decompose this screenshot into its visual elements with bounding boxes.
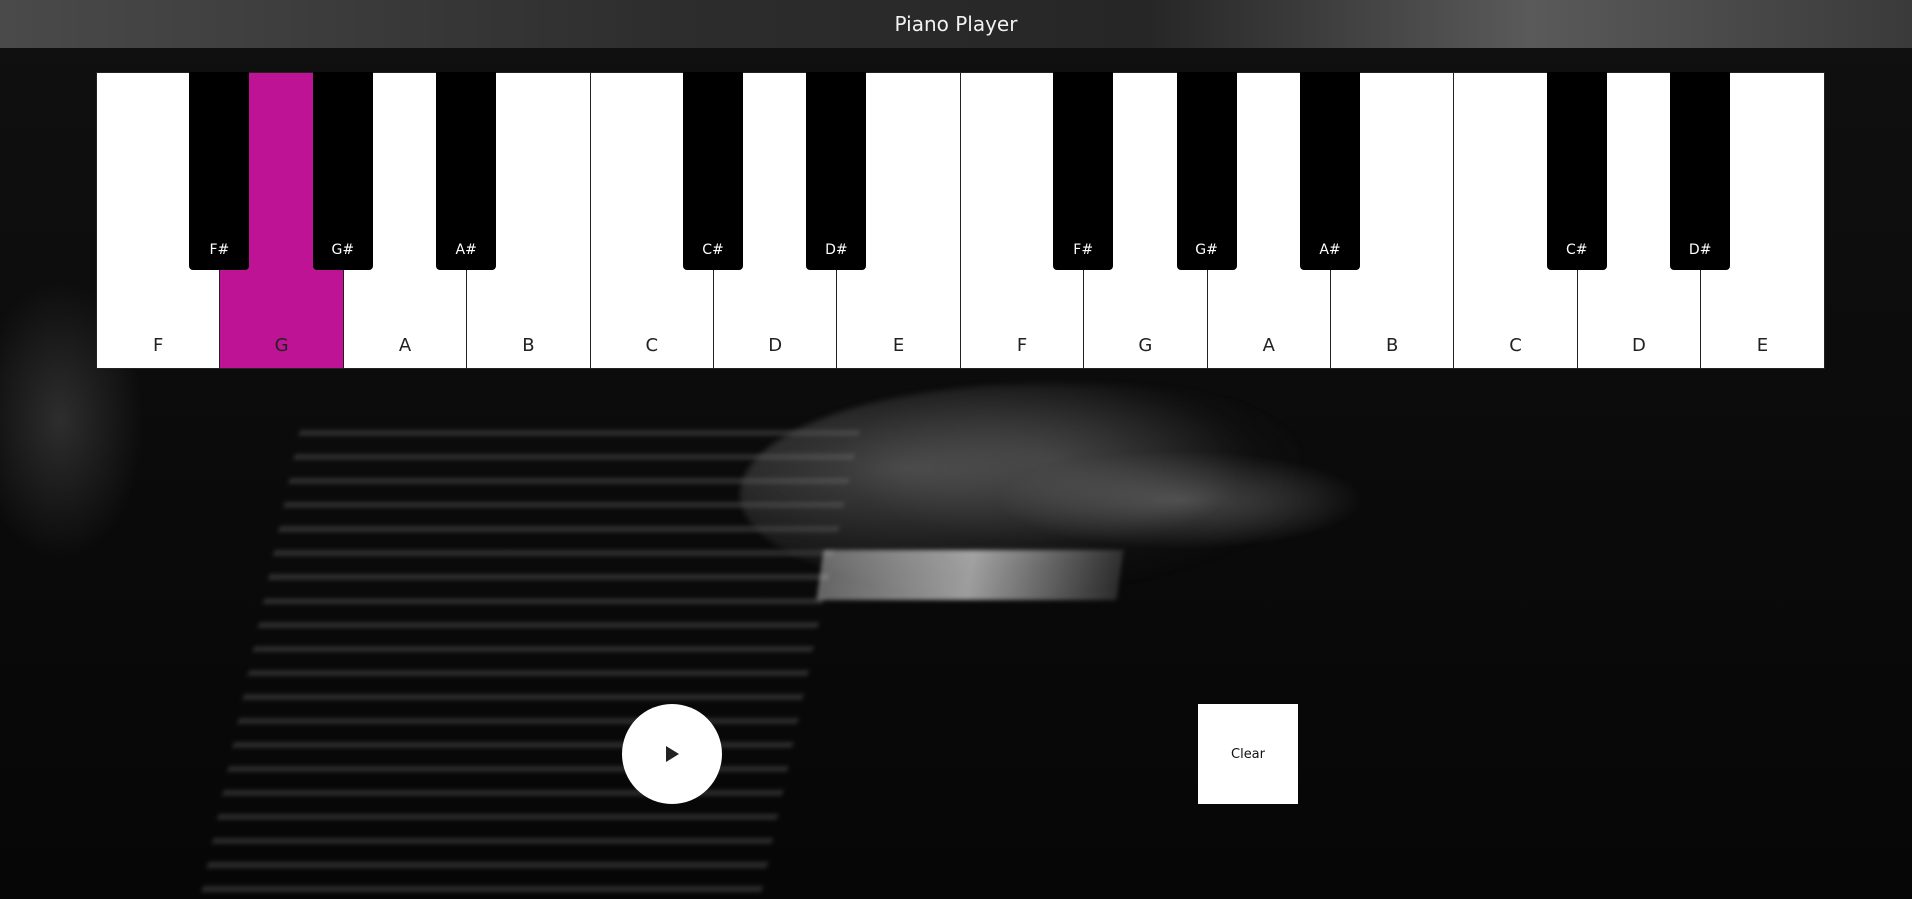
clear-button[interactable]: Clear — [1198, 704, 1298, 804]
piano-player-page: Piano Player Recording in progress... F G… — [0, 0, 1912, 899]
black-key-d-sharp[interactable]: D# — [1670, 72, 1731, 270]
background-photo-highlight — [816, 550, 1124, 600]
white-key-label: A — [1262, 335, 1275, 356]
white-key-label: G — [274, 335, 289, 356]
white-key-label: A — [398, 335, 412, 356]
white-key-label: F — [1016, 335, 1028, 356]
black-key-label: C# — [702, 242, 724, 258]
white-key-label: D — [768, 335, 783, 356]
black-key-label: D# — [825, 242, 848, 258]
white-key-label: F — [153, 335, 164, 356]
black-key-f-sharp[interactable]: F# — [189, 72, 250, 270]
black-key-label: A# — [455, 242, 477, 258]
black-key-c-sharp[interactable]: C# — [683, 72, 743, 270]
black-key-g-sharp[interactable]: G# — [312, 72, 373, 270]
black-key-a-sharp[interactable]: A# — [436, 72, 497, 270]
black-key-d-sharp[interactable]: D# — [806, 72, 867, 270]
black-key-label: F# — [1073, 242, 1094, 258]
black-key-g-sharp[interactable]: G# — [1176, 72, 1237, 270]
play-button[interactable] — [622, 704, 722, 804]
white-key-label: B — [1386, 335, 1399, 356]
white-key-label: B — [522, 335, 535, 356]
black-key-label: D# — [1688, 242, 1712, 258]
black-key-a-sharp[interactable]: A# — [1300, 72, 1360, 270]
app-title: Piano Player — [894, 12, 1018, 36]
black-key-label: G# — [331, 242, 355, 258]
white-key-label: C — [645, 335, 659, 356]
white-key-label: E — [892, 335, 905, 356]
white-key-label: C — [1509, 335, 1522, 356]
white-key-label: E — [1756, 335, 1769, 356]
white-key-label: D — [1632, 335, 1646, 356]
white-key-label: G — [1138, 335, 1153, 356]
piano-keyboard: F G A B C D E F G A B C D E F# G# A# C# D# F# G# A# C# D# — [96, 72, 1825, 371]
black-key-c-sharp[interactable]: C# — [1546, 72, 1607, 270]
recording-status-text: Recording in progress... — [4, 50, 135, 63]
play-icon — [666, 746, 679, 762]
black-key-label: C# — [1566, 242, 1588, 258]
black-key-label: A# — [1319, 242, 1341, 258]
black-key-label: F# — [209, 242, 230, 258]
title-bar: Piano Player — [0, 0, 1912, 48]
black-key-f-sharp[interactable]: F# — [1053, 72, 1114, 270]
black-key-label: G# — [1195, 242, 1218, 258]
